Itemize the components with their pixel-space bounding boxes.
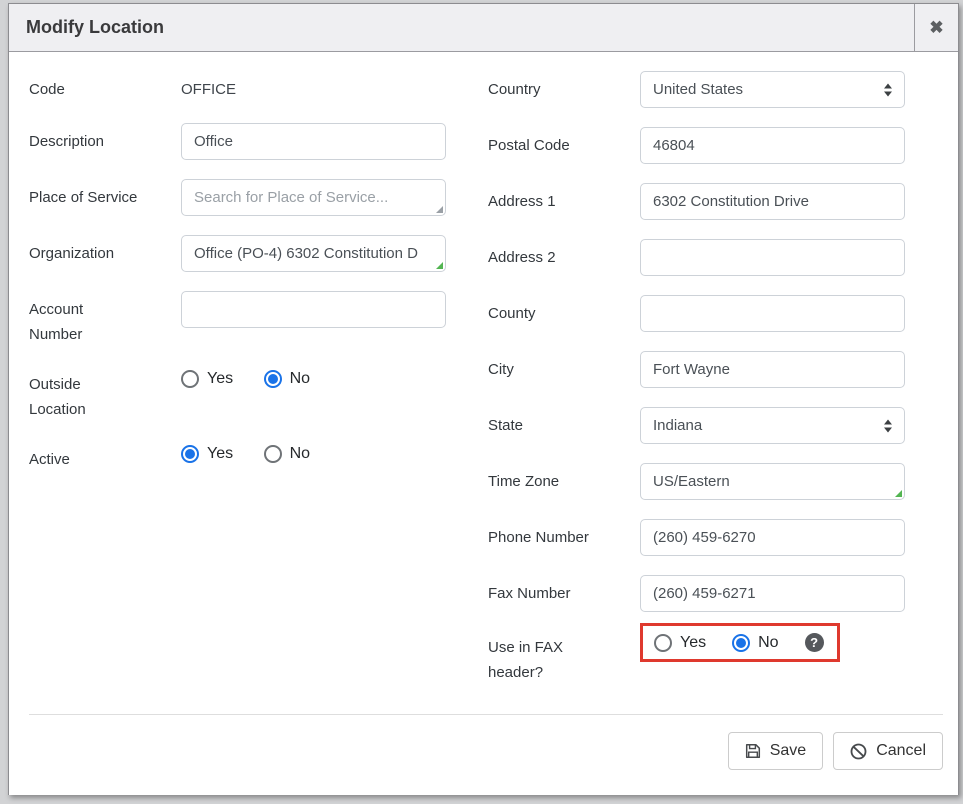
county-input[interactable] [640, 295, 905, 332]
use-in-fax-header-no-radio[interactable]: No [732, 634, 778, 652]
country-select[interactable]: United States [640, 71, 905, 108]
select-updown-icon [884, 83, 892, 96]
save-button-label: Save [770, 742, 806, 760]
active-no-radio[interactable]: No [264, 445, 310, 463]
left-column: Code OFFICE Description Place of Service… [29, 71, 461, 491]
modify-location-dialog: Modify Location ✖ Code OFFICE Descriptio… [8, 3, 959, 795]
state-row: State Indiana [488, 407, 920, 444]
outside-location-row: Outside Location Yes No [29, 366, 461, 422]
time-zone-input[interactable] [640, 463, 905, 500]
radio-unchecked-icon [654, 634, 672, 652]
account-number-input[interactable] [181, 291, 446, 328]
place-of-service-label: Place of Service [29, 179, 139, 210]
typeahead-corner-icon [436, 206, 443, 213]
radio-unchecked-icon [181, 370, 199, 388]
address1-label: Address 1 [488, 183, 600, 214]
radio-checked-icon [264, 370, 282, 388]
dialog-body: Code OFFICE Description Place of Service… [9, 52, 958, 795]
city-input[interactable] [640, 351, 905, 388]
city-label: City [488, 351, 600, 382]
state-select[interactable]: Indiana [640, 407, 905, 444]
address2-input[interactable] [640, 239, 905, 276]
organization-input[interactable] [181, 235, 446, 272]
county-label: County [488, 295, 600, 326]
cancel-button[interactable]: Cancel [833, 732, 943, 770]
account-number-row: Account Number [29, 291, 461, 347]
typeahead-loaded-corner-icon [895, 490, 902, 497]
active-label: Active [29, 441, 139, 472]
active-yes-radio[interactable]: Yes [181, 445, 233, 463]
cancel-button-label: Cancel [876, 742, 926, 760]
code-label: Code [29, 71, 139, 102]
dialog-title: Modify Location [26, 4, 164, 51]
account-number-label: Account Number [29, 291, 139, 347]
fax-number-row: Fax Number [488, 575, 920, 612]
outside-location-yes-radio[interactable]: Yes [181, 370, 233, 388]
description-label: Description [29, 123, 139, 154]
right-column: Country United States Postal Code Addres… [488, 71, 920, 704]
footer-divider [29, 714, 943, 715]
outside-location-label: Outside Location [29, 366, 139, 422]
radio-unchecked-icon [264, 445, 282, 463]
use-in-fax-header-yes-radio[interactable]: Yes [654, 634, 706, 652]
cancel-ban-icon [850, 743, 867, 760]
fax-number-input[interactable] [640, 575, 905, 612]
use-in-fax-header-label: Use in FAX header? [488, 629, 600, 685]
red-highlight-box: Yes No ? [640, 623, 840, 662]
fax-number-label: Fax Number [488, 575, 600, 606]
dialog-header: Modify Location ✖ [9, 4, 958, 52]
close-button[interactable]: ✖ [914, 4, 958, 51]
radio-checked-icon [732, 634, 750, 652]
phone-number-row: Phone Number [488, 519, 920, 556]
country-row: Country United States [488, 71, 920, 108]
place-of-service-input[interactable] [181, 179, 446, 216]
postal-code-input[interactable] [640, 127, 905, 164]
description-input[interactable] [181, 123, 446, 160]
time-zone-label: Time Zone [488, 463, 600, 494]
city-row: City [488, 351, 920, 388]
country-label: Country [488, 71, 600, 102]
country-selected-value: United States [653, 81, 743, 98]
postal-code-row: Postal Code [488, 127, 920, 164]
address1-input[interactable] [640, 183, 905, 220]
code-value: OFFICE [181, 71, 236, 102]
close-icon: ✖ [929, 18, 943, 38]
dialog-footer: Save Cancel [29, 714, 943, 770]
outside-location-no-radio[interactable]: No [264, 370, 310, 388]
radio-checked-icon [181, 445, 199, 463]
select-updown-icon [884, 419, 892, 432]
help-question-icon[interactable]: ? [805, 633, 824, 652]
save-button[interactable]: Save [728, 732, 823, 770]
place-of-service-row: Place of Service [29, 179, 461, 216]
state-selected-value: Indiana [653, 417, 702, 434]
phone-number-label: Phone Number [488, 519, 600, 550]
active-row: Active Yes No [29, 441, 461, 472]
time-zone-row: Time Zone [488, 463, 920, 500]
county-row: County [488, 295, 920, 332]
organization-row: Organization [29, 235, 461, 272]
use-in-fax-header-row: Use in FAX header? Yes No ? [488, 629, 920, 685]
organization-label: Organization [29, 235, 139, 266]
code-row: Code OFFICE [29, 71, 461, 104]
typeahead-loaded-corner-icon [436, 262, 443, 269]
state-label: State [488, 407, 600, 438]
address2-row: Address 2 [488, 239, 920, 276]
address2-label: Address 2 [488, 239, 600, 270]
description-row: Description [29, 123, 461, 160]
address1-row: Address 1 [488, 183, 920, 220]
phone-number-input[interactable] [640, 519, 905, 556]
postal-code-label: Postal Code [488, 127, 600, 158]
save-floppy-icon [745, 743, 761, 759]
